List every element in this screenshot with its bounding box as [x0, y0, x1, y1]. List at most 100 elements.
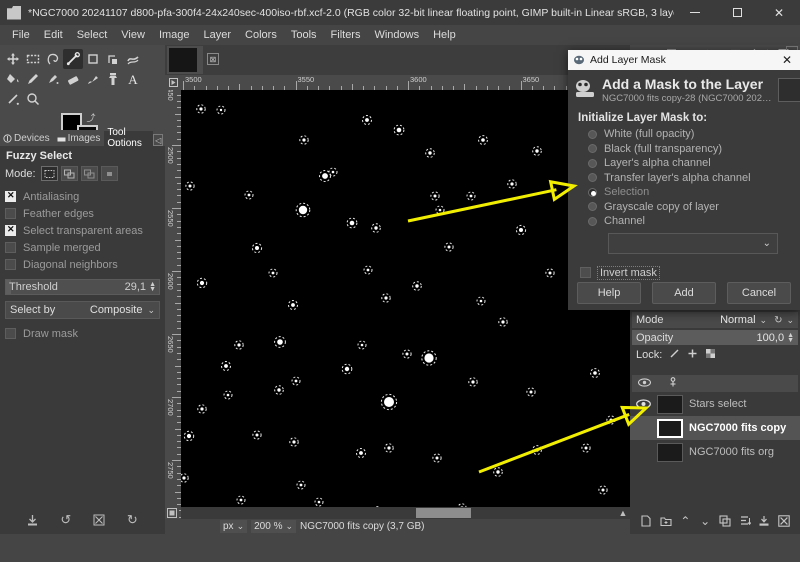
new-layer-icon[interactable]	[639, 514, 653, 528]
option-black-full-transparency[interactable]: Black (full transparency)	[578, 142, 790, 157]
vertical-ruler[interactable]: 2450 2500 2550 2600 2650 2700 2750	[165, 90, 181, 519]
channel-radio[interactable]	[588, 216, 597, 226]
menu-layer[interactable]: Layer	[197, 27, 239, 43]
mode-replace-button[interactable]	[40, 166, 58, 181]
opacity-slider[interactable]: Opacity 100,0 ▲ ▼	[632, 330, 798, 345]
duplicate-layer-icon[interactable]	[718, 514, 732, 528]
layer-thumbnail[interactable]	[657, 442, 683, 462]
menu-edit[interactable]: Edit	[37, 27, 70, 43]
layer-thumbnail[interactable]	[657, 394, 683, 414]
add-button[interactable]: Add	[652, 282, 716, 304]
path-tool-icon[interactable]	[3, 89, 23, 109]
ruler-origin-button[interactable]	[165, 75, 181, 90]
option-selection[interactable]: Selection	[578, 185, 790, 200]
mode-add-button[interactable]	[60, 166, 78, 181]
zoom-combo[interactable]: 200 % ⌄	[251, 520, 297, 533]
horizontal-scrollbar-thumb[interactable]	[416, 508, 471, 518]
free-select-tool-icon[interactable]	[43, 49, 63, 69]
option-feather-edges[interactable]: Feather edges	[5, 205, 160, 222]
clone-tool-icon[interactable]	[103, 69, 123, 89]
pencil-tool-icon[interactable]	[23, 69, 43, 89]
feather-edges-checkbox[interactable]	[5, 208, 16, 219]
warp-tool-icon[interactable]	[123, 49, 143, 69]
transfer-alpha-radio[interactable]	[588, 173, 597, 183]
invert-mask-row[interactable]: Invert mask	[580, 265, 790, 280]
airbrush-tool-icon[interactable]	[43, 69, 63, 89]
layer-mask-thumbnail[interactable]	[657, 418, 683, 438]
antialiasing-checkbox[interactable]	[5, 190, 16, 202]
lock-pixels-icon[interactable]	[669, 348, 680, 362]
merge-down-icon[interactable]	[757, 514, 771, 528]
horizontal-ruler[interactable]: 35003550360036503700	[181, 75, 630, 90]
menu-image[interactable]: Image	[152, 27, 197, 43]
select-by-combo[interactable]: Select by Composite ⌄	[5, 301, 160, 319]
new-layer-group-icon[interactable]	[659, 514, 673, 528]
unit-combo[interactable]: px ⌄	[220, 520, 248, 533]
diagonal-neighbors-checkbox[interactable]	[5, 259, 16, 270]
threshold-stepper[interactable]: ▲ ▼	[149, 281, 156, 293]
image-tab[interactable]	[167, 46, 203, 74]
text-tool-icon[interactable]: A	[123, 69, 143, 89]
dock-menu-button[interactable]: ◁	[153, 134, 163, 146]
visibility-eye-icon[interactable]	[635, 399, 651, 409]
move-tool-icon[interactable]	[3, 49, 23, 69]
reset-blend-icon[interactable]: ↻	[774, 315, 782, 326]
tab-images[interactable]: Images	[54, 131, 105, 146]
mode-intersect-button[interactable]	[100, 166, 118, 181]
delete-layer-icon[interactable]	[777, 514, 791, 528]
channel-combo[interactable]: ⌄	[608, 232, 778, 254]
paintbrush-tool-icon[interactable]	[83, 69, 103, 89]
menu-help[interactable]: Help	[426, 27, 463, 43]
tab-devices[interactable]: Devices	[0, 131, 54, 146]
option-transfer-layers-alpha-channel[interactable]: Transfer layer's alpha channel	[578, 171, 790, 186]
crop-tool-icon[interactable]	[83, 49, 103, 69]
selection-radio[interactable]	[588, 187, 597, 197]
rectangle-select-tool-icon[interactable]	[23, 49, 43, 69]
option-sample-merged[interactable]: Sample merged	[5, 239, 160, 256]
reset-tool-options-icon[interactable]: ↻	[125, 512, 139, 527]
menu-file[interactable]: File	[5, 27, 37, 43]
option-white-full-opacity[interactable]: White (full opacity)	[578, 127, 790, 142]
option-channel[interactable]: Channel	[578, 214, 790, 229]
mode-subtract-button[interactable]	[80, 166, 98, 181]
bucket-fill-tool-icon[interactable]	[3, 69, 23, 89]
close-image-icon[interactable]: ⊠	[207, 53, 219, 65]
quick-mask-toggle[interactable]	[165, 507, 179, 519]
option-antialiasing[interactable]: Antialiasing	[5, 188, 160, 205]
option-select-transparent-areas[interactable]: Select transparent areas	[5, 222, 160, 239]
delete-tool-preset-icon[interactable]	[92, 513, 106, 527]
layer-row-ngc7000-fits-copy[interactable]: NGC7000 fits copy	[630, 416, 800, 440]
white-radio[interactable]	[588, 129, 597, 139]
tab-tool-options[interactable]: Tool Options	[104, 127, 154, 149]
grayscale-radio[interactable]	[588, 202, 597, 212]
select-transparent-areas-checkbox[interactable]	[5, 224, 16, 236]
anchor-layer-icon[interactable]	[738, 514, 752, 528]
dialog-close-icon[interactable]: ✕	[774, 50, 800, 70]
menu-colors[interactable]: Colors	[238, 27, 284, 43]
menu-filters[interactable]: Filters	[324, 27, 368, 43]
lower-layer-icon[interactable]: ⌄	[698, 514, 712, 528]
layer-row-ngc7000-fits-org[interactable]: NGC7000 fits org	[630, 440, 800, 464]
horizontal-scrollbar[interactable]	[181, 507, 616, 519]
option-grayscale-copy-of-layer[interactable]: Grayscale copy of layer	[578, 200, 790, 215]
option-draw-mask[interactable]: Draw mask	[5, 325, 160, 342]
option-layers-alpha-channel[interactable]: Layer's alpha channel	[578, 156, 790, 171]
menu-tools[interactable]: Tools	[284, 27, 324, 43]
layers-alpha-radio[interactable]	[588, 158, 597, 168]
cancel-button[interactable]: Cancel	[727, 282, 791, 304]
opacity-stepper[interactable]: ▲ ▼	[787, 332, 794, 344]
threshold-slider[interactable]: Threshold 29,1 ▲ ▼	[5, 279, 160, 295]
menu-windows[interactable]: Windows	[367, 27, 426, 43]
eraser-tool-icon[interactable]	[63, 69, 83, 89]
raise-layer-icon[interactable]: ⌃	[678, 514, 692, 528]
draw-mask-checkbox[interactable]	[5, 328, 16, 339]
zoom-tool-icon[interactable]	[23, 89, 43, 109]
minimize-button[interactable]	[674, 0, 716, 25]
option-diagonal-neighbors[interactable]: Diagonal neighbors	[5, 256, 160, 273]
image-canvas[interactable]	[181, 90, 630, 519]
transform-tool-icon[interactable]	[103, 49, 123, 69]
help-button[interactable]: Help	[577, 282, 641, 304]
measure-tool-icon[interactable]	[63, 49, 83, 69]
restore-tool-preset-icon[interactable]: ↺	[59, 512, 73, 527]
maximize-button[interactable]	[716, 0, 758, 25]
